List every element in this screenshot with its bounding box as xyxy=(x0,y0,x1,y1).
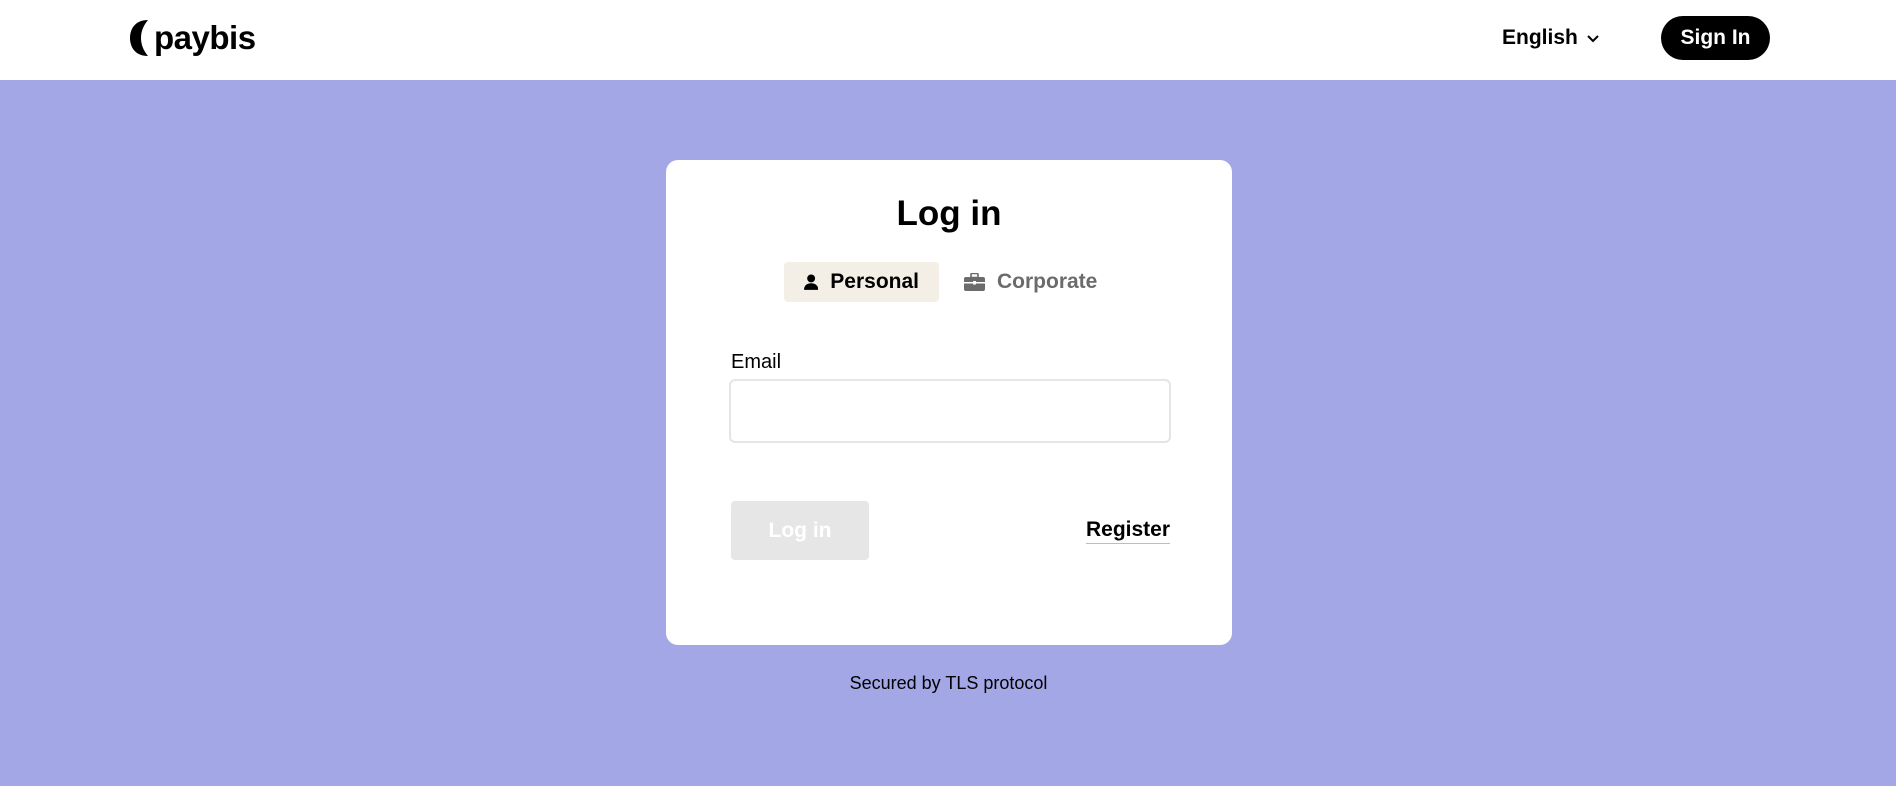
register-link[interactable]: Register xyxy=(1086,518,1171,544)
email-field[interactable] xyxy=(729,379,1171,443)
login-card: Log in Personal Corporate Email Log in R… xyxy=(666,160,1232,645)
account-type-tabs: Personal Corporate xyxy=(784,262,1117,302)
user-icon xyxy=(804,274,819,290)
secured-by-tls-text: Secured by TLS protocol xyxy=(849,673,1048,693)
chevron-down-icon xyxy=(1587,35,1599,43)
tab-corporate[interactable]: Corporate xyxy=(944,262,1117,302)
top-header: paybis English Sign In xyxy=(0,0,1896,80)
logo-mark-icon xyxy=(130,20,148,56)
language-label: English xyxy=(1502,26,1578,49)
page-title: Log in xyxy=(896,194,1002,233)
email-label: Email xyxy=(731,351,782,373)
tab-corporate-label: Corporate xyxy=(997,270,1098,293)
paybis-logo[interactable]: paybis xyxy=(130,20,256,56)
login-button[interactable]: Log in xyxy=(731,501,869,560)
briefcase-icon xyxy=(964,273,985,291)
tab-personal-label: Personal xyxy=(830,270,919,293)
tab-personal[interactable]: Personal xyxy=(784,262,939,302)
logo-text: paybis xyxy=(154,19,256,56)
language-selector[interactable]: English xyxy=(1502,26,1600,50)
sign-in-button[interactable]: Sign In xyxy=(1661,16,1770,60)
